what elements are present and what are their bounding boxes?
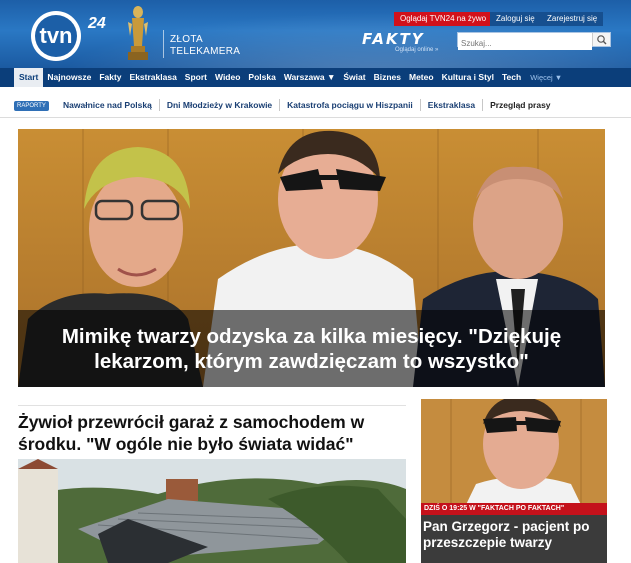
award-label: ZŁOTA TELEKAMERA xyxy=(170,34,240,58)
report-link-youth-days[interactable]: Dni Młodzieży w Krakowie xyxy=(158,99,279,111)
side-article[interactable]: DZIŚ O 19:25 W "FAKTACH PO FAKTACH" Pan … xyxy=(421,399,607,563)
storm-damage-photo xyxy=(18,459,406,563)
nav-item-start[interactable]: Start xyxy=(14,68,44,87)
nav-item-wideo[interactable]: Wideo xyxy=(211,68,244,87)
nav-item-meteo[interactable]: Meteo xyxy=(405,68,438,87)
story-headline[interactable]: Żywioł przewrócił garaż z samochodem w ś… xyxy=(18,411,410,455)
report-link-train-crash[interactable]: Katastrofa pociągu w Hiszpanii xyxy=(279,99,420,111)
report-link-ekstraklasa[interactable]: Ekstraklasa xyxy=(419,99,482,111)
nav-item-polska[interactable]: Polska xyxy=(244,68,279,87)
register-link[interactable]: Zarejestruj się xyxy=(541,12,604,26)
main-nav: Start Najnowsze Fakty Ekstraklasa Sport … xyxy=(0,68,631,87)
search-icon xyxy=(597,35,607,45)
nav-item-warszawa[interactable]: Warszawa ▼ xyxy=(280,68,340,87)
nav-item-tech[interactable]: Tech xyxy=(498,68,525,87)
svg-text:24: 24 xyxy=(87,15,106,32)
reports-badge: RAPORTY xyxy=(14,101,49,111)
nav-items: Start Najnowsze Fakty Ekstraklasa Sport … xyxy=(14,68,567,87)
reports-list: Nawałnice nad Polską Dni Młodzieży w Kra… xyxy=(61,99,558,111)
nav-more-dropdown[interactable]: Więcej ▼ xyxy=(525,68,567,87)
tvn24-logo[interactable]: tvn 24 xyxy=(18,6,110,62)
report-link-press-review[interactable]: Przegląd prasy xyxy=(482,99,557,111)
hero-headline[interactable]: Mimikę twarzy odzyska za kilka miesięcy.… xyxy=(18,324,605,374)
nav-item-fakty[interactable]: Fakty xyxy=(95,68,125,87)
search-input[interactable] xyxy=(458,37,592,50)
side-headline[interactable]: Pan Grzegorz - pacjent po przeszczepie t… xyxy=(423,519,605,551)
search-box xyxy=(457,32,611,50)
award-line2: TELEKAMERA xyxy=(170,46,241,57)
nav-item-ekstraklasa[interactable]: Ekstraklasa xyxy=(126,68,181,87)
reports-bar: RAPORTY Nawałnice nad Polską Dni Młodzie… xyxy=(0,92,631,118)
nav-item-swiat[interactable]: Świat xyxy=(339,68,369,87)
fakty-title: FAKTY xyxy=(362,30,425,48)
login-link[interactable]: Zaloguj się xyxy=(490,12,541,26)
telekamera-statue-icon xyxy=(128,6,148,60)
svg-text:tvn: tvn xyxy=(40,23,73,48)
fakty-subtitle[interactable]: Oglądaj online » xyxy=(395,47,438,53)
side-photo xyxy=(421,399,607,515)
site-header: tvn 24 ZŁOTA TELEKAMERA Oglądaj TVN24 na… xyxy=(0,0,631,68)
nav-item-sport[interactable]: Sport xyxy=(181,68,211,87)
award-line1: ZŁOTA xyxy=(170,34,203,45)
nav-item-kultura[interactable]: Kultura i Styl xyxy=(438,68,498,87)
story-divider xyxy=(18,405,406,406)
watch-live-link[interactable]: Oglądaj TVN24 na żywo xyxy=(394,12,493,26)
hero-article[interactable]: Mimikę twarzy odzyska za kilka miesięcy.… xyxy=(18,129,605,387)
side-broadcast-tag: DZIŚ O 19:25 W "FAKTACH PO FAKTACH" xyxy=(421,503,607,515)
award-divider xyxy=(163,30,164,58)
nav-item-biznes[interactable]: Biznes xyxy=(370,68,405,87)
report-link-storms[interactable]: Nawałnice nad Polską xyxy=(61,99,159,111)
story-photo[interactable] xyxy=(18,459,406,563)
nav-item-najnowsze[interactable]: Najnowsze xyxy=(43,68,95,87)
search-button[interactable] xyxy=(592,33,610,46)
fakty-logo[interactable]: FAKTY Oglądaj online » xyxy=(362,30,438,53)
